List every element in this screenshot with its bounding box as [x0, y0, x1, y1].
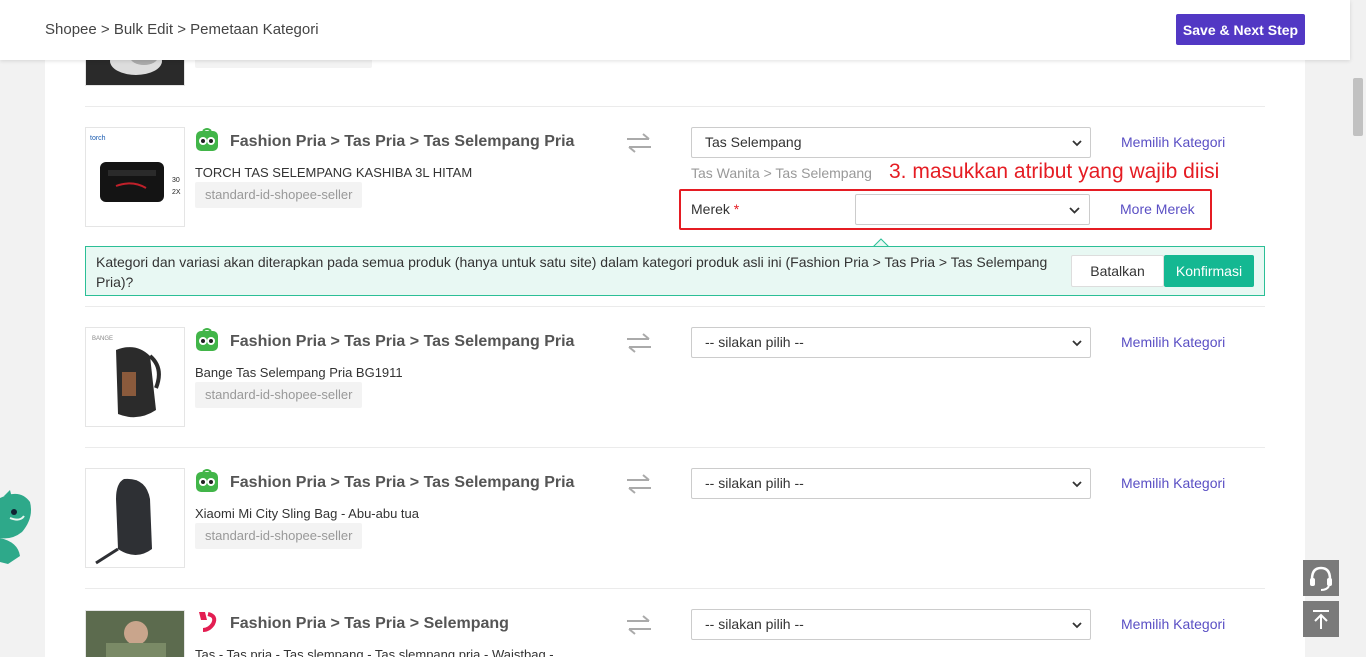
apply-confirmation-notice: Kategori dan variasi akan diterapkan pad… [85, 246, 1265, 296]
swap-arrows-icon [627, 133, 651, 153]
breadcrumb-separator: > [177, 21, 191, 38]
shop-tag: standard-id-shopee-seller [195, 523, 363, 549]
content-panel [45, 0, 1305, 657]
product-name: Tas - Tas pria - Tas slempang - Tas slem… [195, 647, 554, 657]
tokopedia-owl-icon [196, 469, 218, 492]
source-category-path: Fashion Pria > Tas Pria > Tas Selempang … [230, 133, 575, 150]
more-brand-link[interactable]: More Merek [1120, 201, 1195, 217]
product-thumbnail [85, 468, 185, 568]
breadcrumb-item-shopee[interactable]: Shopee [45, 21, 101, 38]
tokopedia-owl-icon [196, 328, 218, 351]
svg-text:2X: 2X [172, 189, 181, 196]
notice-message: Kategori dan variasi akan diterapkan pad… [96, 254, 1048, 290]
svg-text:torch: torch [90, 135, 106, 142]
target-category-select[interactable]: -- silakan pilih -- [691, 609, 1091, 640]
chevron-down-icon [1072, 340, 1082, 347]
target-category-value: -- silakan pilih -- [705, 475, 804, 491]
headset-icon [1310, 566, 1332, 591]
product-thumbnail: torch 30 2X [85, 127, 185, 227]
target-category-value: -- silakan pilih -- [705, 616, 804, 632]
confirm-button[interactable]: Konfirmasi [1164, 255, 1254, 287]
tokopedia-owl-icon [196, 128, 218, 151]
choose-category-link[interactable]: Memilih Kategori [1121, 616, 1225, 632]
mascot-character[interactable] [0, 488, 34, 566]
target-category-select[interactable]: -- silakan pilih -- [691, 468, 1091, 499]
brand-label-text: Merek [691, 201, 730, 217]
row-divider [85, 306, 1265, 307]
chevron-down-icon [1072, 481, 1082, 488]
product-name: Bange Tas Selempang Pria BG1911 [195, 365, 403, 380]
cancel-button[interactable]: Batalkan [1071, 255, 1164, 287]
target-category-select[interactable]: Tas Selempang [691, 127, 1091, 158]
breadcrumb-item-bulk-edit[interactable]: Bulk Edit [114, 21, 177, 38]
bukalapak-icon [199, 612, 217, 632]
product-thumbnail [85, 610, 185, 657]
breadcrumb: Shopee > Bulk Edit > Pemetaan Kategori [45, 21, 319, 38]
save-next-step-button[interactable]: Save & Next Step [1176, 14, 1305, 45]
back-to-top-button[interactable] [1303, 601, 1339, 637]
source-category-path: Fashion Pria > Tas Pria > Tas Selempang … [230, 333, 575, 350]
mapped-category-path: Tas Wanita > Tas Selempang [691, 165, 872, 181]
product-thumbnail: BANGE [85, 327, 185, 427]
svg-text:30: 30 [172, 177, 180, 184]
target-category-select[interactable]: -- silakan pilih -- [691, 327, 1091, 358]
row-divider [85, 106, 1265, 107]
product-name: TORCH TAS SELEMPANG KASHIBA 3L HITAM [195, 165, 473, 180]
breadcrumb-separator: > [100, 21, 114, 38]
choose-category-link[interactable]: Memilih Kategori [1121, 475, 1225, 491]
brand-attribute-label: Merek * [691, 201, 739, 217]
scrollbar-thumb[interactable] [1353, 78, 1363, 136]
source-category-path: Fashion Pria > Tas Pria > Selempang [230, 615, 509, 632]
source-category-path: Fashion Pria > Tas Pria > Tas Selempang … [230, 474, 575, 491]
shop-tag: standard-id-shopee-seller [195, 382, 363, 408]
instruction-annotation: 3. masukkan atribut yang wajib diisi [889, 160, 1220, 183]
breadcrumb-item-current: Pemetaan Kategori [190, 21, 319, 38]
swap-arrows-icon [627, 474, 651, 494]
required-marker: * [733, 201, 740, 217]
svg-text:BANGE: BANGE [92, 336, 113, 342]
top-bar: Shopee > Bulk Edit > Pemetaan Kategori S… [0, 0, 1350, 60]
brand-select[interactable] [855, 194, 1090, 225]
choose-category-link[interactable]: Memilih Kategori [1121, 334, 1225, 350]
back-to-top-icon [1313, 610, 1329, 629]
row-divider [85, 447, 1265, 448]
row-divider [85, 588, 1265, 589]
swap-arrows-icon [627, 615, 651, 635]
chevron-down-icon [1072, 140, 1082, 147]
product-name: Xiaomi Mi City Sling Bag - Abu-abu tua [195, 506, 419, 521]
support-button[interactable] [1303, 560, 1339, 596]
chevron-down-icon [1069, 207, 1080, 214]
swap-arrows-icon [627, 333, 651, 353]
target-category-value: Tas Selempang [705, 134, 802, 150]
choose-category-link[interactable]: Memilih Kategori [1121, 134, 1225, 150]
page-scrollbar[interactable] [1350, 0, 1366, 657]
target-category-value: -- silakan pilih -- [705, 334, 804, 350]
shop-tag: standard-id-shopee-seller [195, 182, 363, 208]
chevron-down-icon [1072, 622, 1082, 629]
